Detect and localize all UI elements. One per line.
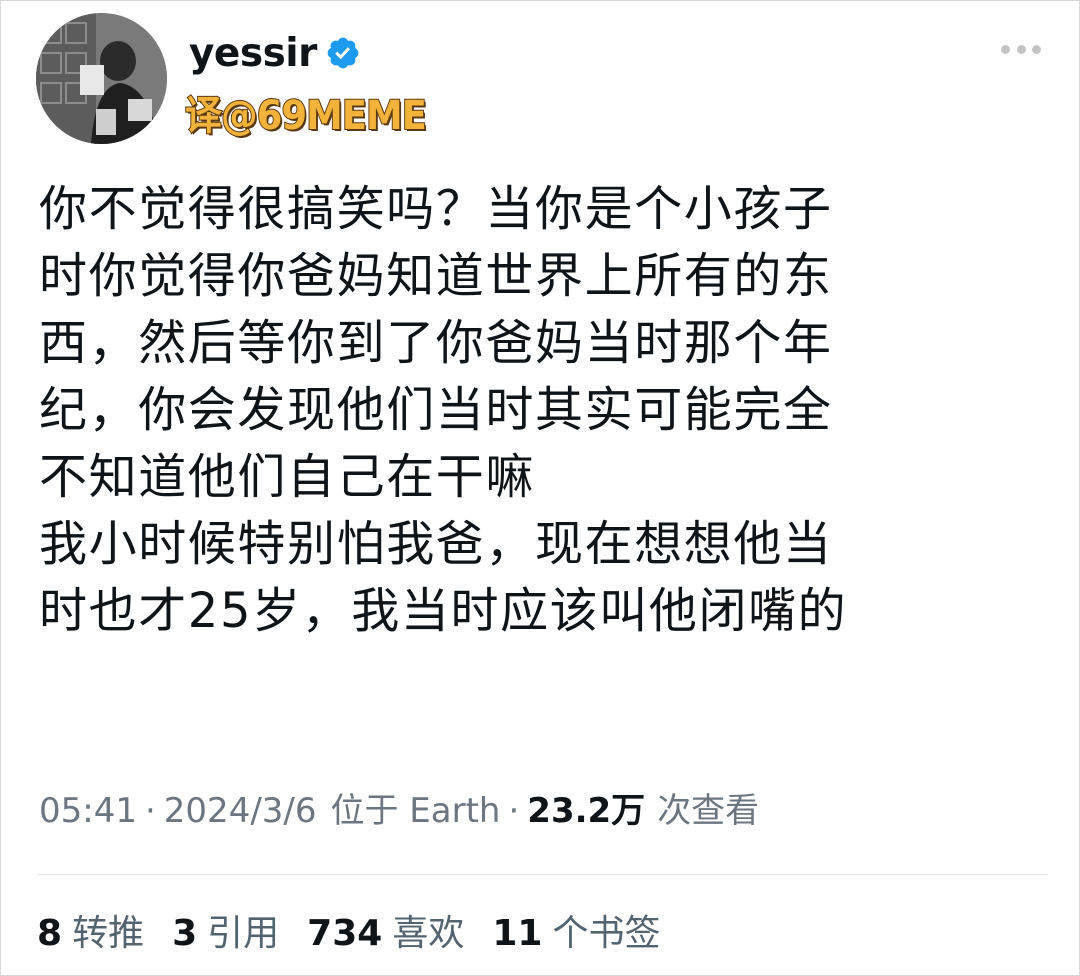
quotes-label: 引用	[207, 913, 280, 954]
quotes-stat[interactable]: 3 引用	[172, 904, 279, 956]
tweet-line: 西，然后等你到了你爸妈当时那个年	[39, 315, 833, 371]
tweet-line: 你不觉得很搞笑吗？当你是个小孩子	[39, 181, 833, 237]
author-display-name[interactable]: yessir	[189, 31, 317, 76]
tweet-line: 我小时候特别怕我爸，现在想想他当	[39, 516, 833, 572]
likes-stat[interactable]: 734 喜欢	[307, 904, 464, 956]
likes-label: 喜欢	[392, 913, 465, 954]
retweets-stat[interactable]: 8 转推	[37, 904, 144, 956]
retweets-label: 转推	[72, 913, 145, 954]
tweet-date[interactable]: 2024/3/6	[164, 791, 317, 831]
tweet-card: yessir 译@69MEME 你不觉得很搞笑吗？当你是个小孩子 时你觉得你爸妈…	[0, 0, 1080, 976]
verified-badge-icon	[325, 35, 361, 71]
bookmarks-count: 11	[492, 913, 543, 954]
quotes-count: 3	[172, 913, 198, 954]
tweet-text: 你不觉得很搞笑吗？当你是个小孩子 时你觉得你爸妈知道世界上所有的东 西，然后等你…	[39, 176, 1049, 645]
tweet-stats: 8 转推 3 引用 734 喜欢 11 个书签	[37, 904, 688, 956]
tweet-time[interactable]: 05:41	[39, 791, 137, 831]
avatar[interactable]	[36, 13, 167, 144]
more-options-icon[interactable]	[1001, 39, 1041, 59]
views-label: 次查看	[657, 791, 760, 831]
bookmarks-stat[interactable]: 11 个书签	[492, 904, 660, 956]
bookmarks-label: 个书签	[552, 913, 661, 954]
tweet-meta: 05:41 · 2024/3/6 位于 Earth · 23.2万 次查看	[39, 783, 759, 832]
tweet-line: 时你觉得你爸妈知道世界上所有的东	[39, 248, 833, 304]
likes-count: 734	[307, 913, 383, 954]
tweet-line: 纪，你会发现他们当时其实可能完全	[39, 382, 833, 438]
retweets-count: 8	[37, 913, 63, 954]
tweet-location: 位于 Earth	[330, 791, 501, 831]
meta-separator: ·	[508, 791, 520, 831]
translator-credit-watermark: 译@69MEME	[184, 92, 428, 140]
meta-separator: ·	[144, 791, 156, 831]
author-name-row[interactable]: yessir	[189, 23, 361, 83]
user-avatar-photo-icon	[36, 13, 167, 144]
tweet-line: 时也才25岁，我当时应该叫他闭嘴的	[39, 583, 848, 639]
views-count[interactable]: 23.2万	[527, 783, 645, 832]
divider	[37, 874, 1047, 875]
tweet-line: 不知道他们自己在干嘛	[39, 449, 536, 505]
